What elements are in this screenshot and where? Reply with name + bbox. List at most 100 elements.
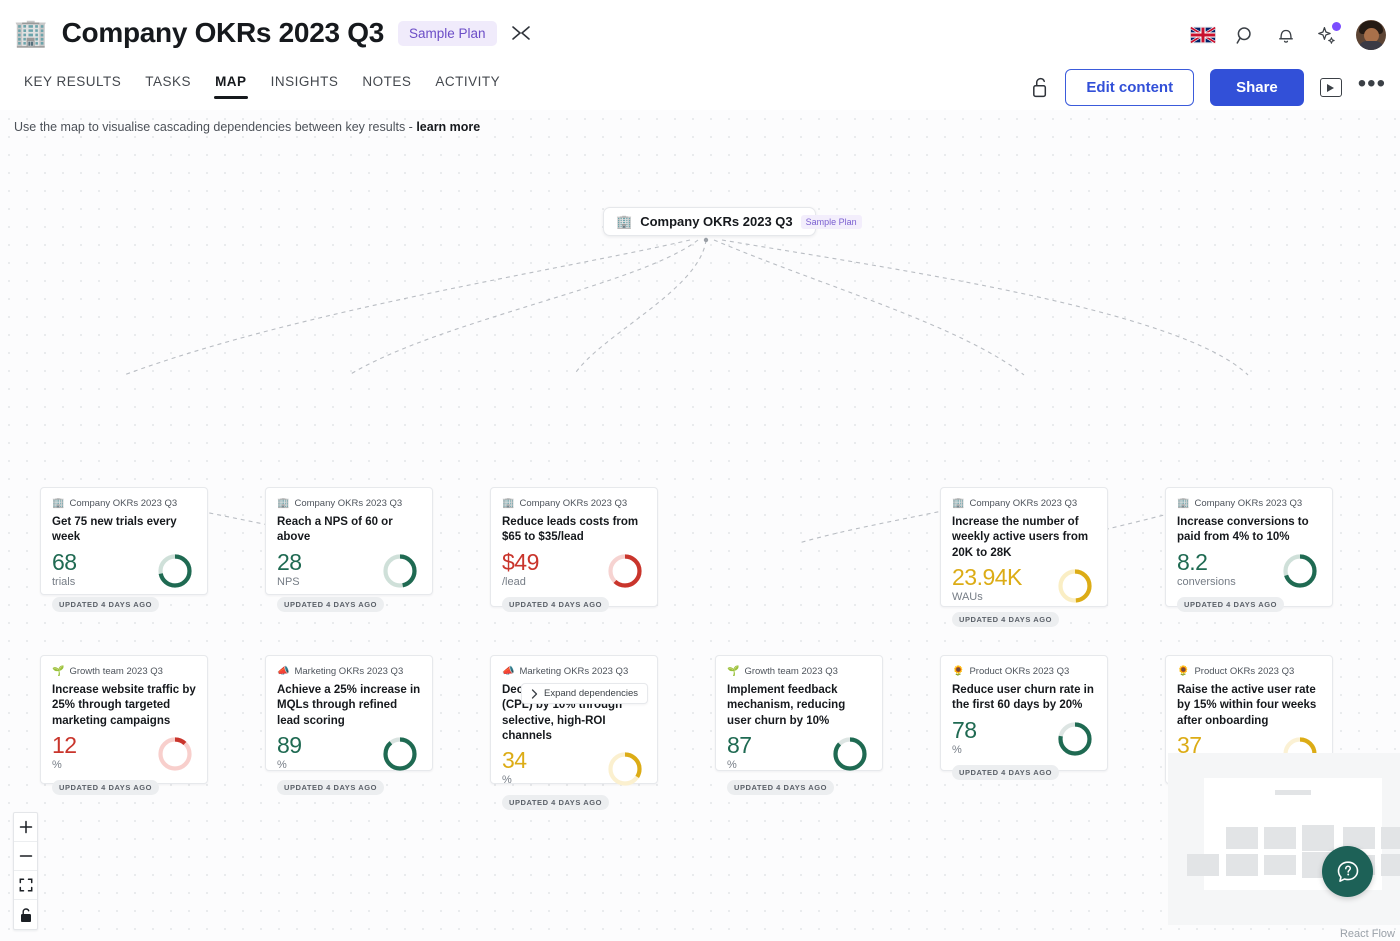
progress-ring xyxy=(1056,720,1094,758)
minimap-node xyxy=(1187,854,1219,876)
card-parent-label: Company OKRs 2023 Q3 xyxy=(969,498,1077,509)
office-building-icon: 🏢 xyxy=(52,499,64,509)
collapse-arrows-icon[interactable] xyxy=(511,25,531,41)
card-parent-label: Marketing OKRs 2023 Q3 xyxy=(519,666,628,677)
lock-button[interactable] xyxy=(14,900,37,929)
fit-view-button[interactable] xyxy=(14,871,37,900)
kr-card-conversions-to-paid[interactable]: 🏢 Company OKRs 2023 Q3 Increase conversi… xyxy=(1165,487,1333,607)
card-title: Increase the number of weekly active use… xyxy=(952,515,1096,561)
progress-ring xyxy=(381,735,419,773)
present-play-icon[interactable] xyxy=(1320,78,1342,97)
card-parent-label: Marketing OKRs 2023 Q3 xyxy=(294,666,403,677)
user-avatar[interactable] xyxy=(1356,20,1386,50)
progress-ring xyxy=(831,735,869,773)
kr-card-mqls-increase[interactable]: 📣 Marketing OKRs 2023 Q3 Achieve a 25% i… xyxy=(265,655,433,771)
updated-badge: UPDATED 4 DAYS AGO xyxy=(502,795,609,810)
sparkle-badge-dot xyxy=(1332,22,1341,31)
card-parent: 🏢 Company OKRs 2023 Q3 xyxy=(952,498,1096,509)
tab-map[interactable]: MAP xyxy=(203,70,259,99)
react-flow-attribution[interactable]: React Flow xyxy=(1340,928,1395,940)
card-parent-label: Company OKRs 2023 Q3 xyxy=(69,498,177,509)
tab-insights[interactable]: INSIGHTS xyxy=(259,70,351,99)
progress-ring xyxy=(1281,552,1319,590)
updated-badge: UPDATED 4 DAYS AGO xyxy=(277,780,384,795)
map-controls xyxy=(13,812,38,930)
page-title: Company OKRs 2023 Q3 xyxy=(62,17,384,49)
card-metric-unit: NPS xyxy=(277,576,302,588)
card-metric-unit: conversions xyxy=(1177,576,1236,588)
kr-card-website-traffic[interactable]: 🌱 Growth team 2023 Q3 Increase website t… xyxy=(40,655,208,784)
tab-activity[interactable]: ACTIVITY xyxy=(423,70,512,99)
uk-flag-icon[interactable] xyxy=(1190,26,1216,45)
card-metric-value: 28 xyxy=(277,550,302,575)
card-metric-value: 78 xyxy=(952,718,977,743)
card-parent-label: Product OKRs 2023 Q3 xyxy=(1194,666,1294,677)
card-parent-label: Growth team 2023 Q3 xyxy=(69,666,162,677)
kr-card-get-75-new-trials[interactable]: 🏢 Company OKRs 2023 Q3 Get 75 new trials… xyxy=(40,487,208,595)
card-metric-value: 87 xyxy=(727,733,752,758)
card-title: Raise the active user rate by 15% within… xyxy=(1177,683,1321,729)
card-title: Reduce leads costs from $65 to $35/lead xyxy=(502,515,646,546)
card-title: Increase website traffic by 25% through … xyxy=(52,683,196,729)
card-parent: 🌱 Growth team 2023 Q3 xyxy=(52,666,196,677)
header-utility-icons xyxy=(1190,20,1386,50)
card-title: Reach a NPS of 60 or above xyxy=(277,515,421,546)
map-canvas[interactable]: Use the map to visualise cascading depen… xyxy=(0,110,1400,941)
edit-content-button[interactable]: Edit content xyxy=(1065,69,1194,106)
kr-card-reach-nps-60[interactable]: 🏢 Company OKRs 2023 Q3 Reach a NPS of 60… xyxy=(265,487,433,595)
office-building-icon: 🏢 xyxy=(502,499,514,509)
card-metric-value: 8.2 xyxy=(1177,550,1236,575)
card-parent: 🏢 Company OKRs 2023 Q3 xyxy=(502,498,646,509)
card-metric-value: 12 xyxy=(52,733,77,758)
updated-badge: UPDATED 4 DAYS AGO xyxy=(1177,597,1284,612)
help-button[interactable] xyxy=(1322,846,1373,897)
card-metric-unit: % xyxy=(952,744,977,756)
updated-badge: UPDATED 4 DAYS AGO xyxy=(952,765,1059,780)
card-metric-unit: % xyxy=(277,759,302,771)
progress-ring xyxy=(381,552,419,590)
progress-ring xyxy=(156,552,194,590)
root-node-title: Company OKRs 2023 Q3 xyxy=(640,214,792,229)
ai-sparkle-icon[interactable] xyxy=(1315,23,1339,47)
share-button[interactable]: Share xyxy=(1210,69,1304,106)
map-minimap[interactable] xyxy=(1168,753,1400,925)
zoom-out-button[interactable] xyxy=(14,842,37,871)
tab-notes[interactable]: NOTES xyxy=(350,70,423,99)
main-tabs: KEY RESULTS TASKS MAP INSIGHTS NOTES ACT… xyxy=(12,70,512,99)
card-metric-unit: trials xyxy=(52,576,77,588)
header-action-bar: Edit content Share ••• xyxy=(1031,69,1386,106)
notification-bell-icon[interactable] xyxy=(1274,23,1298,47)
seedling-icon: 🌱 xyxy=(727,667,739,677)
zoom-in-button[interactable] xyxy=(14,813,37,842)
kr-card-weekly-active-users[interactable]: 🏢 Company OKRs 2023 Q3 Increase the numb… xyxy=(940,487,1108,607)
minimap-node xyxy=(1381,854,1400,876)
learn-more-link[interactable]: learn more xyxy=(416,120,480,134)
kr-card-reduce-user-churn[interactable]: 🌻 Product OKRs 2023 Q3 Reduce user churn… xyxy=(940,655,1108,771)
tab-tasks[interactable]: TASKS xyxy=(133,70,203,99)
search-icon[interactable] xyxy=(1233,23,1257,47)
card-parent: 🏢 Company OKRs 2023 Q3 xyxy=(277,498,421,509)
map-hint-text: Use the map to visualise cascading depen… xyxy=(14,120,416,134)
updated-badge: UPDATED 4 DAYS AGO xyxy=(502,597,609,612)
card-parent-label: Company OKRs 2023 Q3 xyxy=(294,498,402,509)
more-options-icon[interactable]: ••• xyxy=(1358,79,1386,97)
updated-badge: UPDATED 4 DAYS AGO xyxy=(952,612,1059,627)
expand-dependencies-button[interactable]: Expand dependencies xyxy=(521,683,648,704)
tab-key-results[interactable]: KEY RESULTS xyxy=(12,70,133,99)
card-parent: 🏢 Company OKRs 2023 Q3 xyxy=(52,498,196,509)
card-metric-value: $49 xyxy=(502,550,539,575)
card-title: Implement feedback mechanism, reducing u… xyxy=(727,683,871,729)
progress-ring xyxy=(606,552,644,590)
office-building-icon: 🏢 xyxy=(616,214,632,230)
card-title: Achieve a 25% increase in MQLs through r… xyxy=(277,683,421,729)
kr-card-reduce-lead-costs[interactable]: 🏢 Company OKRs 2023 Q3 Reduce leads cost… xyxy=(490,487,658,607)
kr-card-feedback-mechanism[interactable]: 🌱 Growth team 2023 Q3 Implement feedback… xyxy=(715,655,883,771)
minimap-node xyxy=(1381,827,1400,849)
progress-ring xyxy=(1056,567,1094,605)
card-metric-unit: % xyxy=(52,759,77,771)
kr-card-cost-per-lead[interactable]: 📣 Marketing OKRs 2023 Q3 Decrease cost-p… xyxy=(490,655,658,784)
root-node[interactable]: 🏢 Company OKRs 2023 Q3 Sample Plan xyxy=(603,207,816,236)
sunflower-icon: 🌻 xyxy=(1177,667,1189,677)
unlocked-padlock-icon[interactable] xyxy=(1031,76,1049,99)
card-metric-value: 68 xyxy=(52,550,77,575)
